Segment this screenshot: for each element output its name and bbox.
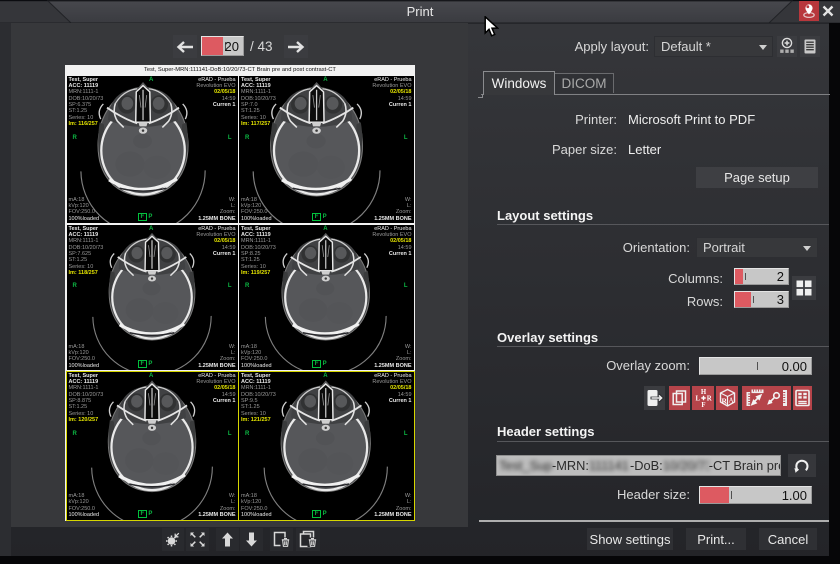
svg-text:F: F [701,402,705,409]
svg-text:R: R [721,397,727,406]
svg-text:A: A [728,397,733,405]
svg-text:R: R [706,395,711,402]
svg-text:L: L [695,395,700,402]
